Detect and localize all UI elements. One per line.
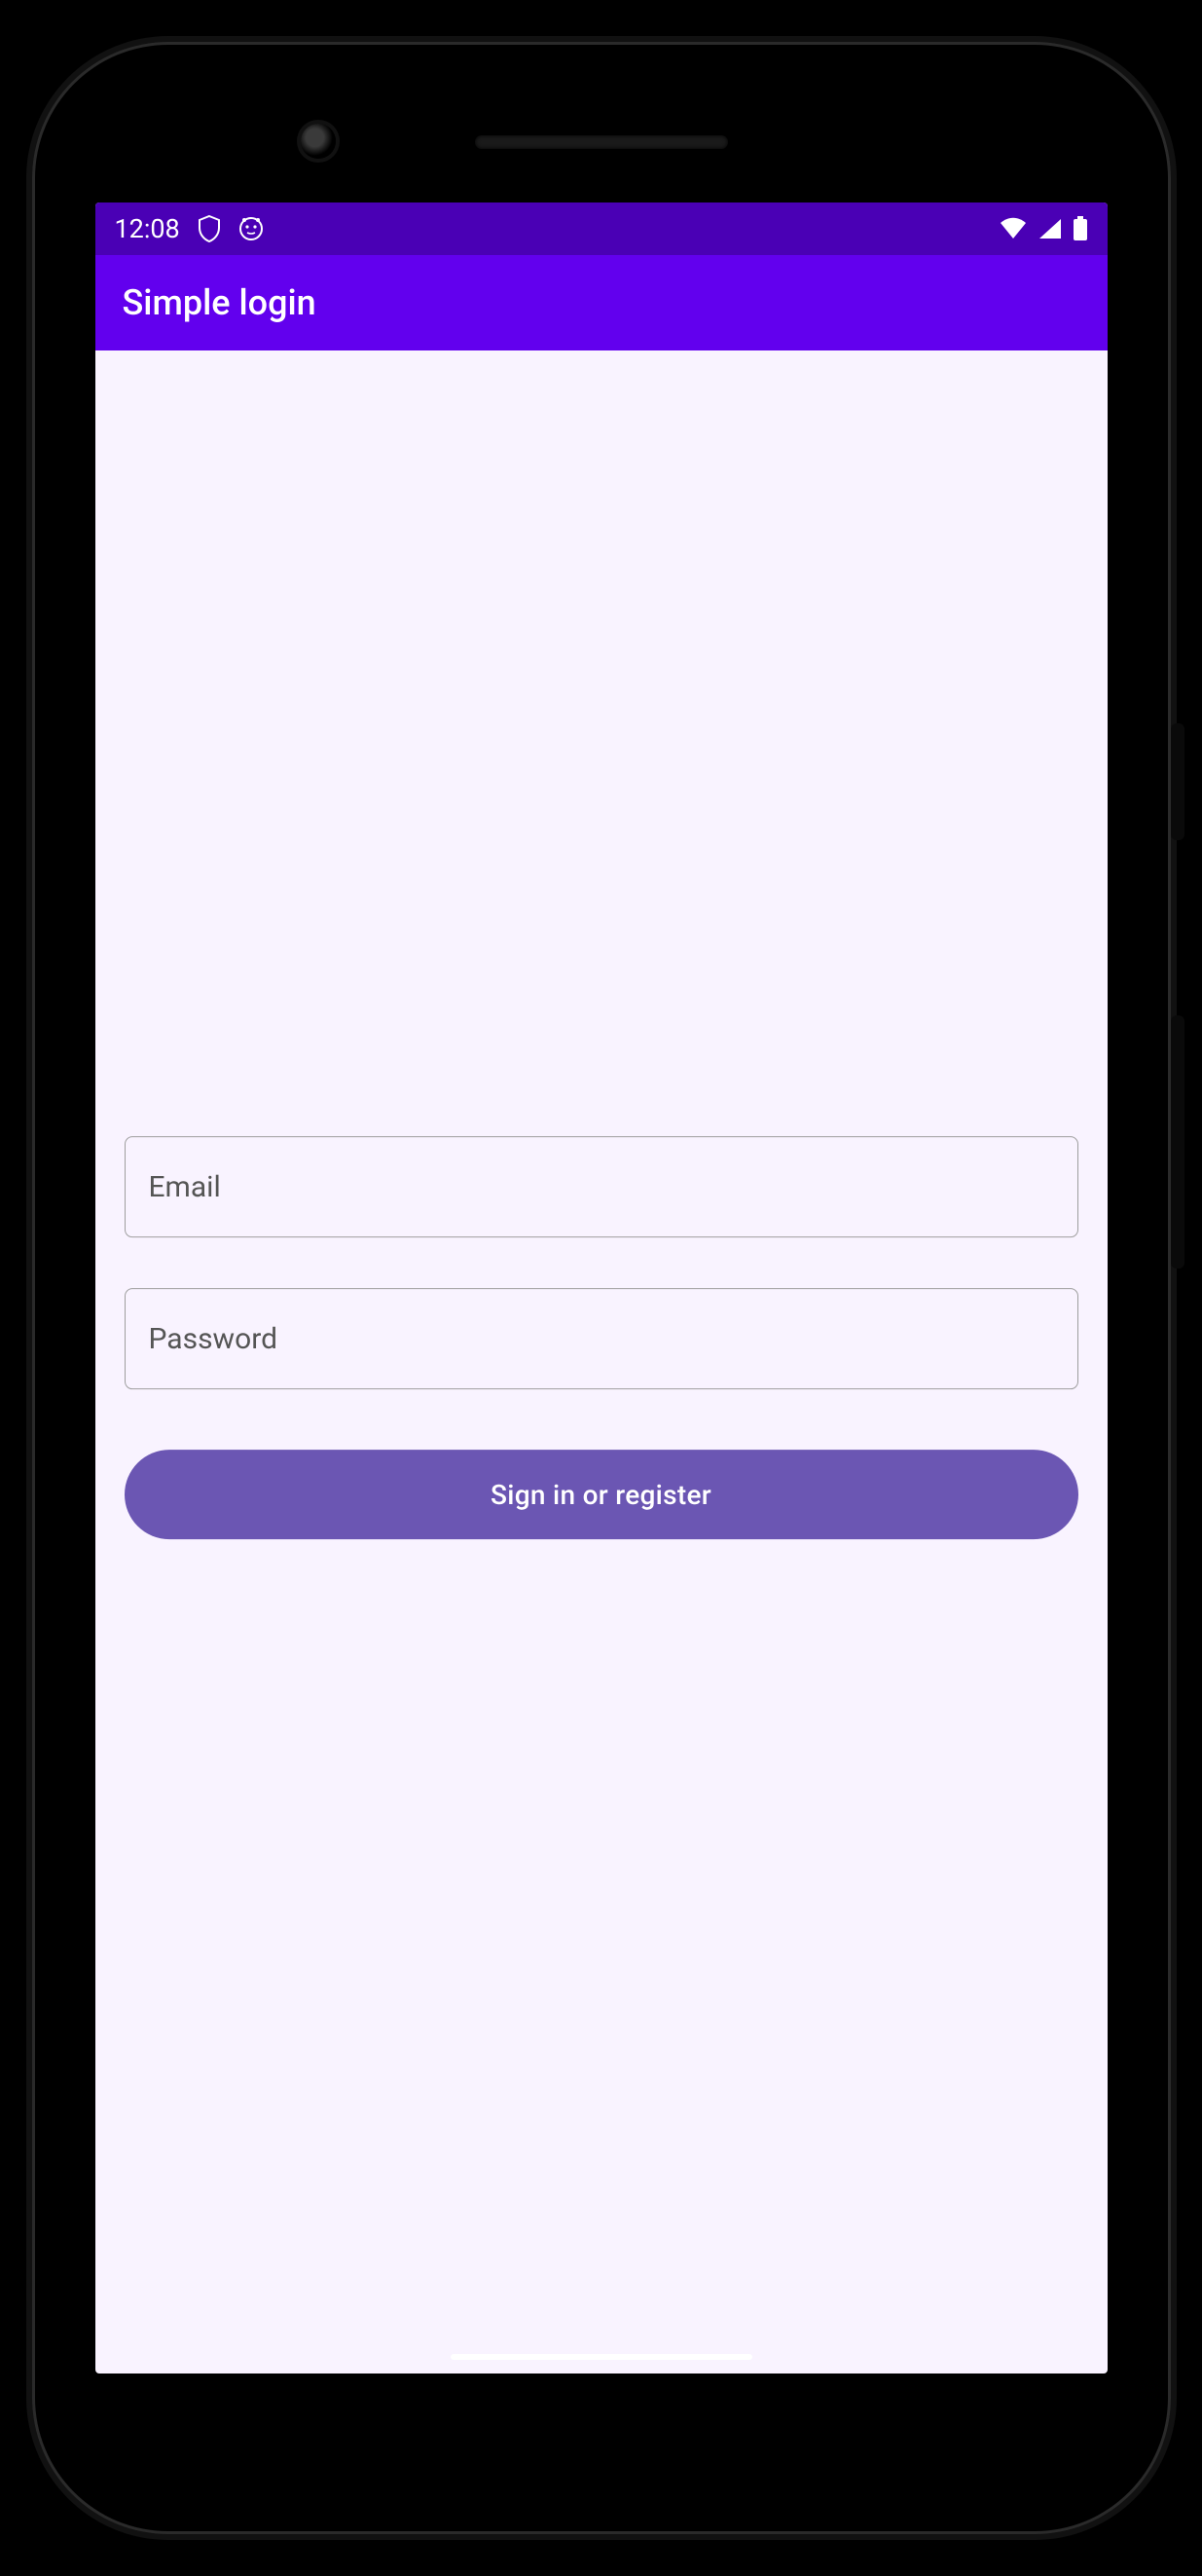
login-form: Sign in or register — [95, 1136, 1108, 1539]
app-bar: Simple login — [95, 255, 1108, 350]
home-indicator[interactable] — [451, 2354, 752, 2360]
signin-button[interactable]: Sign in or register — [125, 1450, 1078, 1539]
screen-content: Sign in or register — [95, 350, 1108, 2374]
password-field[interactable] — [125, 1288, 1078, 1389]
device-screen: 12:08 Simple logi — [95, 202, 1108, 2374]
shield-icon — [198, 215, 221, 242]
face-icon — [238, 216, 264, 241]
side-button — [1171, 1015, 1184, 1269]
status-time: 12:08 — [115, 213, 180, 244]
status-bar: 12:08 — [95, 202, 1108, 255]
side-button — [1171, 723, 1184, 840]
battery-icon — [1073, 216, 1088, 241]
phone-frame: 12:08 Simple logi — [32, 42, 1171, 2534]
app-title: Simple login — [123, 282, 316, 323]
signal-icon — [1038, 217, 1063, 240]
email-field[interactable] — [125, 1136, 1078, 1237]
wifi-icon — [999, 217, 1028, 240]
speaker-grille — [475, 135, 728, 149]
front-camera — [301, 124, 336, 159]
